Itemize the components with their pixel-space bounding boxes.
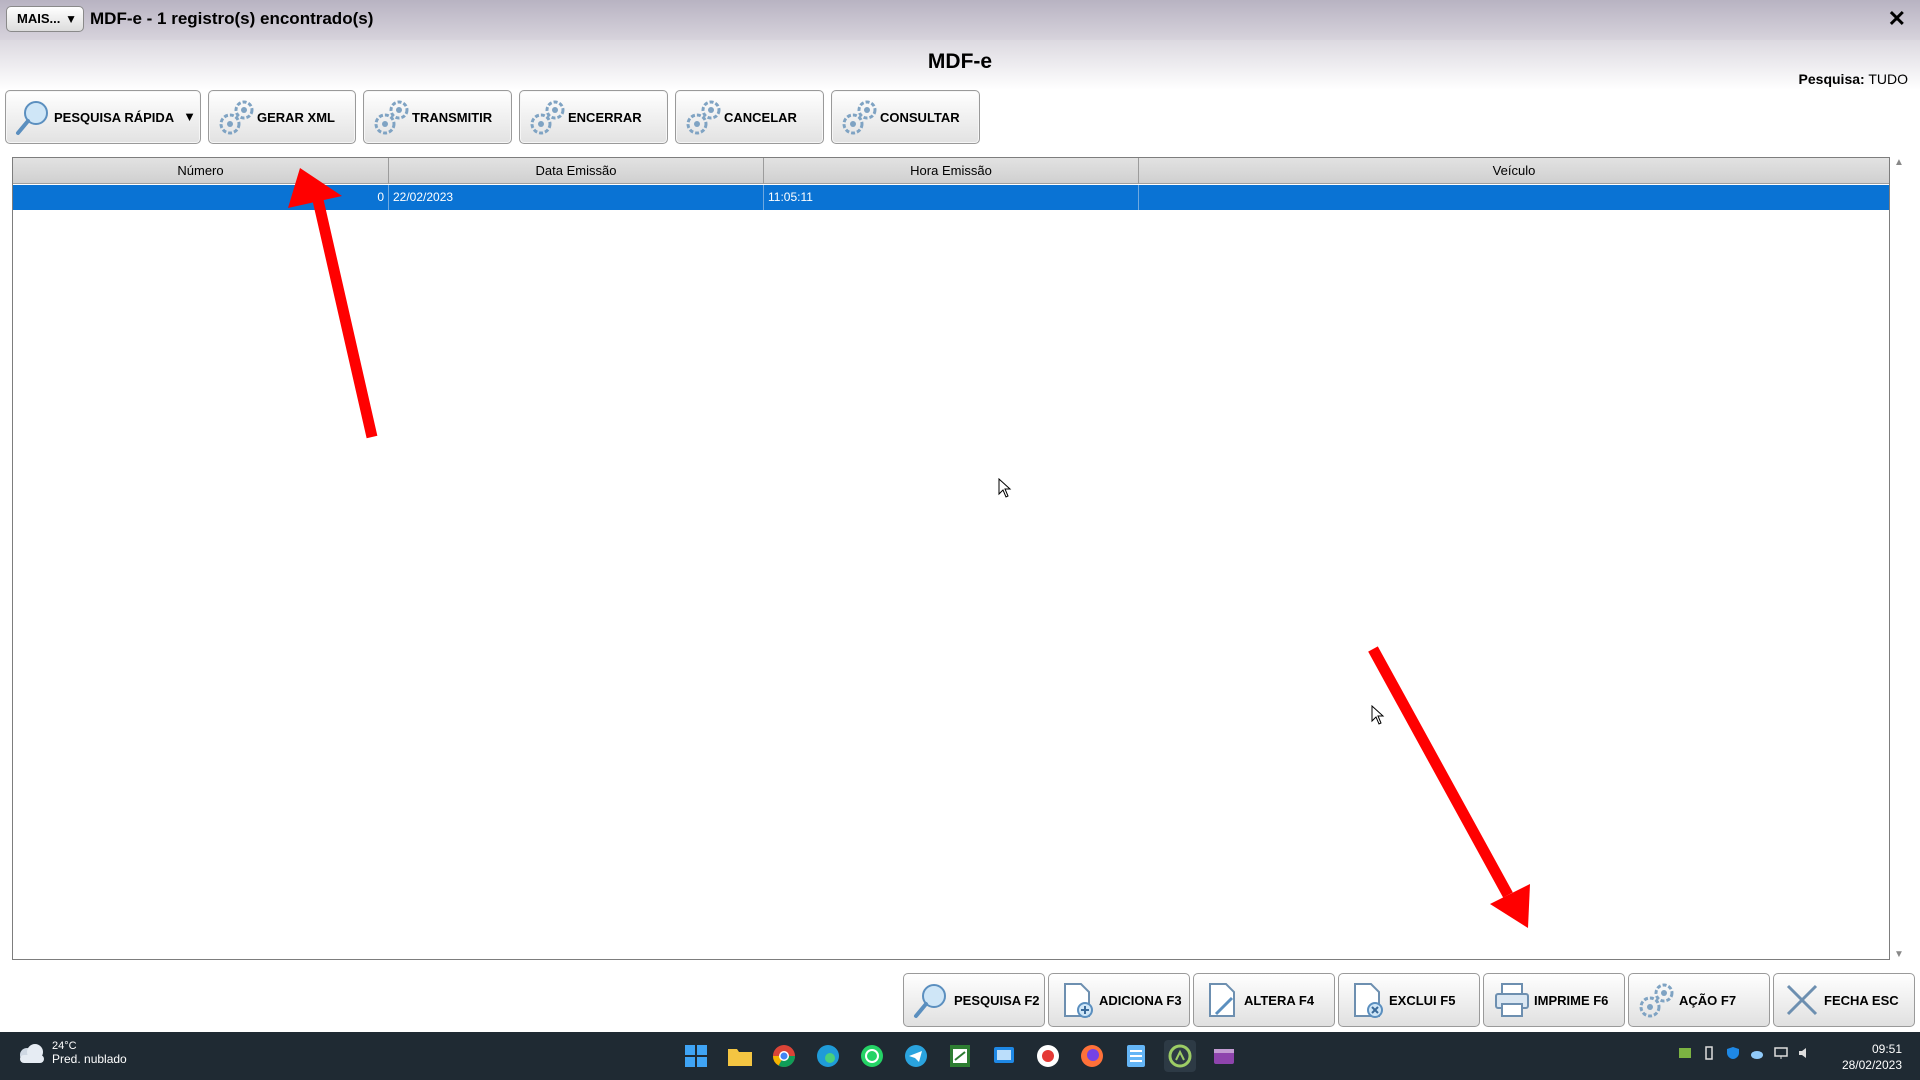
pesquisa-f2-button[interactable]: PESQUISA F2 — [903, 973, 1045, 1027]
gears-icon — [526, 95, 570, 139]
acao-f7-label: AÇÃO F7 — [1679, 992, 1737, 1008]
search-mode-indicator: Pesquisa: TUDO — [1799, 71, 1908, 87]
column-header-veiculo[interactable]: Veículo — [1139, 158, 1889, 184]
start-icon[interactable] — [680, 1040, 712, 1072]
edge-icon[interactable] — [812, 1040, 844, 1072]
adiciona-f3-label: ADICIONA F3 — [1099, 992, 1182, 1008]
vertical-scrollbar[interactable]: ▲ ▼ — [1891, 157, 1908, 960]
whatsapp-icon[interactable] — [856, 1040, 888, 1072]
close-icon[interactable]: ✕ — [1888, 6, 1906, 32]
weather-temperature: 24°C — [52, 1040, 77, 1052]
acao-f7-button[interactable]: AÇÃO F7 — [1628, 973, 1770, 1027]
gears-icon — [370, 95, 414, 139]
remote-icon[interactable] — [988, 1040, 1020, 1072]
cancelar-label: CANCELAR — [724, 109, 797, 125]
mais-dropdown-button[interactable]: MAIS... ▼ — [6, 6, 84, 32]
spreadsheet-icon[interactable] — [944, 1040, 976, 1072]
window-title: MDF-e - 1 registro(s) encontrado(s) — [90, 9, 374, 28]
usb-icon[interactable] — [1702, 1046, 1716, 1060]
consultar-label: CONSULTAR — [880, 109, 960, 125]
system-tray — [1678, 1046, 1812, 1060]
altera-f4-label: ALTERA F4 — [1244, 992, 1315, 1008]
edit-document-icon — [1200, 978, 1244, 1022]
add-document-icon — [1055, 978, 1099, 1022]
cancelar-button[interactable]: CANCELAR — [675, 90, 824, 144]
weather-condition: Pred. nublado — [52, 1052, 127, 1066]
chrome-icon[interactable] — [768, 1040, 800, 1072]
mouse-cursor-icon — [1371, 705, 1385, 725]
magnifier-icon — [12, 95, 56, 139]
volume-icon[interactable] — [1798, 1046, 1812, 1060]
fecha-esc-label: FECHA ESC — [1824, 992, 1899, 1008]
transmitir-button[interactable]: TRANSMITIR — [363, 90, 512, 144]
mouse-cursor-icon — [998, 478, 1012, 498]
page-title: MDF-e — [927, 50, 993, 73]
gears-icon — [838, 95, 882, 139]
cell-veiculo — [1139, 185, 1889, 210]
search-mode-value: TUDO — [1868, 71, 1908, 87]
gears-icon — [1635, 978, 1679, 1022]
pesquisa-rapida-label: PESQUISA RÁPIDA — [54, 109, 175, 125]
adiciona-f3-button[interactable]: ADICIONA F3 — [1048, 973, 1190, 1027]
search-mode-label: Pesquisa: — [1798, 71, 1865, 87]
firefox-icon[interactable] — [1076, 1040, 1108, 1072]
gerar-xml-label: GERAR XML — [257, 109, 335, 125]
cloud-sync-icon[interactable] — [1750, 1046, 1764, 1060]
clock-time: 09:51 — [1871, 1042, 1902, 1056]
consultar-button[interactable]: CONSULTAR — [831, 90, 980, 144]
chevron-down-icon[interactable]: ▼ — [183, 109, 196, 124]
altera-f4-button[interactable]: ALTERA F4 — [1193, 973, 1335, 1027]
video-editor-icon[interactable] — [1208, 1040, 1240, 1072]
weather-widget[interactable]: 24°C Pred. nublado — [16, 1040, 127, 1066]
taskbar: 24°C Pred. nublado 09:51 28/02/2023 — [0, 1032, 1920, 1080]
column-header-data-emissao[interactable]: Data Emissão — [389, 158, 764, 184]
records-grid[interactable]: Número Data Emissão Hora Emissão Veículo… — [12, 157, 1890, 960]
system-clock[interactable]: 09:51 28/02/2023 — [1842, 1041, 1902, 1073]
magnifier-icon — [910, 978, 954, 1022]
exclui-f5-button[interactable]: EXCLUI F5 — [1338, 973, 1480, 1027]
erp-icon[interactable] — [1164, 1040, 1196, 1072]
fecha-esc-button[interactable]: FECHA ESC — [1773, 973, 1915, 1027]
notepad-icon[interactable] — [1120, 1040, 1152, 1072]
gears-icon — [215, 95, 259, 139]
cell-data-emissao: 22/02/2023 — [389, 185, 764, 210]
exclui-f5-label: EXCLUI F5 — [1389, 992, 1456, 1008]
scroll-down-icon[interactable]: ▼ — [1894, 949, 1904, 960]
transmitir-label: TRANSMITIR — [412, 109, 493, 125]
delete-document-icon — [1345, 978, 1389, 1022]
shield-icon[interactable] — [1726, 1046, 1740, 1060]
pesquisa-f2-label: PESQUISA F2 — [954, 992, 1040, 1008]
chevron-down-icon: ▼ — [65, 12, 77, 26]
column-header-numero[interactable]: Número — [13, 158, 389, 184]
telegram-icon[interactable] — [900, 1040, 932, 1072]
table-row[interactable]: 0 22/02/2023 11:05:11 — [13, 185, 1889, 210]
close-icon — [1780, 978, 1824, 1022]
grid-header: Número Data Emissão Hora Emissão Veículo — [13, 158, 1889, 184]
mais-label: MAIS... — [17, 11, 61, 26]
pesquisa-rapida-button[interactable]: PESQUISA RÁPIDA ▼ — [5, 90, 201, 144]
scroll-up-icon[interactable]: ▲ — [1894, 157, 1904, 168]
file-explorer-icon[interactable] — [724, 1040, 756, 1072]
title-bar: MAIS... ▼ MDF-e - 1 registro(s) encontra… — [0, 0, 1920, 40]
imprime-f6-button[interactable]: IMPRIME F6 — [1483, 973, 1625, 1027]
clock-date: 28/02/2023 — [1841, 1058, 1902, 1072]
network-icon[interactable] — [1774, 1046, 1788, 1060]
app-icon[interactable] — [1032, 1040, 1064, 1072]
tray-app-icon[interactable] — [1678, 1046, 1692, 1060]
gears-icon — [682, 95, 726, 139]
encerrar-button[interactable]: ENCERRAR — [519, 90, 668, 144]
cloud-icon — [20, 1044, 44, 1063]
encerrar-label: ENCERRAR — [568, 109, 642, 125]
printer-icon — [1490, 978, 1534, 1022]
cell-hora-emissao: 11:05:11 — [764, 185, 1139, 210]
gerar-xml-button[interactable]: GERAR XML — [208, 90, 356, 144]
column-header-hora-emissao[interactable]: Hora Emissão — [764, 158, 1139, 184]
imprime-f6-label: IMPRIME F6 — [1534, 992, 1609, 1008]
taskbar-apps — [680, 1040, 1240, 1072]
cell-numero: 0 — [13, 185, 389, 210]
